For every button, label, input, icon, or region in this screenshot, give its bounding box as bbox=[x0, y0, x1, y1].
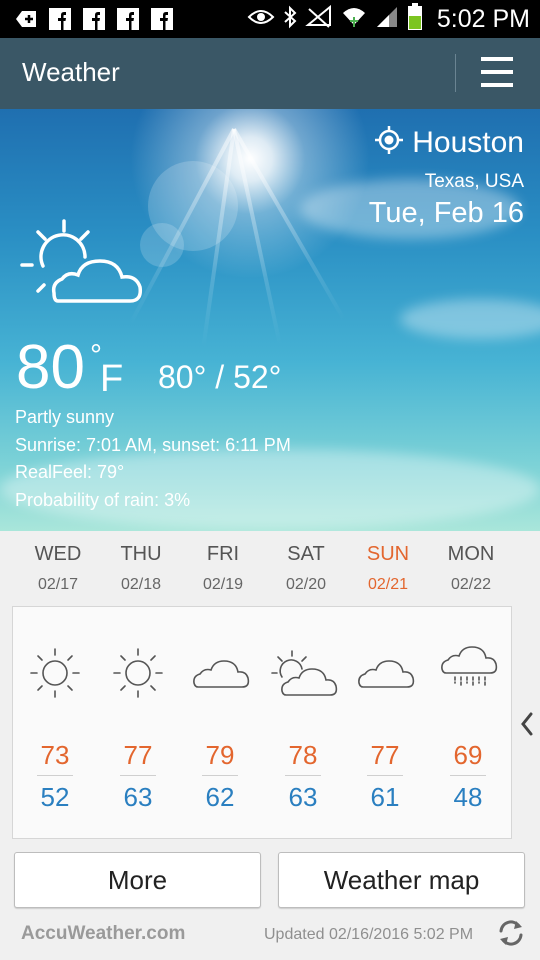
updated-timestamp: Updated 02/16/2016 5:02 PM bbox=[264, 926, 474, 943]
current-date: Tue, Feb 16 bbox=[368, 197, 524, 229]
clock: 5:02 PM bbox=[436, 4, 530, 33]
high-temp: 78 bbox=[288, 740, 318, 770]
low-temp: 63 bbox=[288, 782, 318, 812]
day-date: 02/22 bbox=[450, 576, 492, 593]
location-selector[interactable]: Houston bbox=[374, 125, 524, 160]
more-button[interactable]: More bbox=[14, 852, 261, 908]
city-name: Houston bbox=[412, 125, 524, 159]
app-bar-divider bbox=[455, 54, 456, 92]
system-icons: 5:02 PM bbox=[247, 2, 530, 36]
forecast-day[interactable]: 79 62 bbox=[179, 607, 261, 840]
menu-button[interactable] bbox=[476, 55, 518, 91]
day-header[interactable]: WED 02/17 bbox=[17, 543, 99, 594]
high-low-temperature: 80° / 52° bbox=[158, 359, 282, 395]
temperature-unit: F bbox=[100, 358, 124, 400]
forecast-day[interactable]: 73 52 bbox=[14, 607, 96, 840]
hamburger-menu-icon bbox=[481, 57, 513, 61]
signal-icon bbox=[375, 5, 399, 34]
low-temp: 63 bbox=[123, 782, 153, 812]
partly-sunny-icon bbox=[18, 217, 144, 314]
temp-divider bbox=[120, 775, 156, 776]
day-header[interactable]: SUN 02/21 bbox=[347, 543, 429, 594]
current-weather-panel: Houston Texas, USA Tue, Feb 16 80 ° F 80… bbox=[0, 109, 540, 531]
wifi-icon bbox=[341, 5, 367, 34]
rain-icon bbox=[427, 641, 509, 705]
temp-divider bbox=[285, 775, 321, 776]
cloudy-icon bbox=[179, 643, 261, 707]
day-date: 02/20 bbox=[285, 576, 327, 593]
day-header[interactable]: FRI 02/19 bbox=[182, 543, 264, 594]
low-temp: 48 bbox=[453, 782, 483, 812]
high-temp: 79 bbox=[205, 740, 235, 770]
high-temp: 77 bbox=[123, 740, 153, 770]
day-name: FRI bbox=[206, 543, 240, 565]
accuweather-logo[interactable]: AccuWeather.com bbox=[21, 923, 185, 945]
sunny-icon bbox=[14, 643, 96, 707]
notification-icons bbox=[14, 7, 174, 31]
day-header[interactable]: MON 02/22 bbox=[430, 543, 512, 594]
chevron-left-icon[interactable] bbox=[516, 708, 538, 740]
forecast-day-headers: WED 02/17 THU 02/18 FRI 02/19 SAT 02/20 … bbox=[14, 543, 526, 599]
low-temp: 61 bbox=[370, 782, 400, 812]
sunny-icon bbox=[97, 643, 179, 707]
temp-divider bbox=[37, 775, 73, 776]
realfeel-text: RealFeel: 79° bbox=[15, 462, 125, 482]
temp-divider bbox=[450, 775, 486, 776]
partly-sunny-icon bbox=[262, 643, 344, 707]
facebook-icon bbox=[116, 7, 140, 31]
temp-divider bbox=[367, 775, 403, 776]
gps-location-icon bbox=[374, 125, 404, 160]
no-sound-icon bbox=[305, 4, 333, 34]
day-date: 02/21 bbox=[367, 576, 409, 593]
day-name: SAT bbox=[287, 543, 325, 565]
add-box-icon bbox=[14, 7, 38, 31]
bluetooth-icon bbox=[283, 5, 297, 34]
facebook-icon bbox=[82, 7, 106, 31]
weather-map-button[interactable]: Weather map bbox=[278, 852, 525, 908]
refresh-icon[interactable] bbox=[496, 918, 526, 948]
app-bar: Weather bbox=[0, 38, 540, 109]
forecast-day[interactable]: 78 63 bbox=[262, 607, 344, 840]
day-header[interactable]: SAT 02/20 bbox=[265, 543, 347, 594]
high-temp: 73 bbox=[40, 740, 70, 770]
forecast-day[interactable]: 77 61 bbox=[344, 607, 426, 840]
battery-icon bbox=[407, 2, 423, 36]
day-name: THU bbox=[120, 543, 162, 565]
region-name: Texas, USA bbox=[424, 171, 524, 192]
status-bar: 5:02 PM bbox=[0, 0, 540, 38]
current-temperature: 80 bbox=[16, 333, 85, 402]
forecast-card: 73 52 77 63 79 62 78 63 77 61 69 48 bbox=[12, 606, 512, 839]
day-date: 02/18 bbox=[120, 576, 162, 593]
day-date: 02/19 bbox=[202, 576, 244, 593]
high-temp: 69 bbox=[453, 740, 483, 770]
facebook-icon bbox=[150, 7, 174, 31]
day-name: WED bbox=[34, 543, 82, 565]
day-name: SUN bbox=[366, 543, 410, 565]
eye-icon bbox=[247, 7, 275, 32]
day-name: MON bbox=[447, 543, 495, 565]
forecast-day[interactable]: 69 48 bbox=[427, 607, 509, 840]
temp-divider bbox=[202, 775, 238, 776]
condition-text: Partly sunny bbox=[15, 407, 115, 427]
cloudy-icon bbox=[344, 643, 426, 707]
day-header[interactable]: THU 02/18 bbox=[100, 543, 182, 594]
app-title: Weather bbox=[22, 57, 120, 87]
rain-probability: Probability of rain: 3% bbox=[15, 490, 191, 510]
low-temp: 52 bbox=[40, 782, 70, 812]
facebook-icon bbox=[48, 7, 72, 31]
high-temp: 77 bbox=[370, 740, 400, 770]
sun-times: Sunrise: 7:01 AM, sunset: 6:11 PM bbox=[15, 435, 291, 455]
low-temp: 62 bbox=[205, 782, 235, 812]
forecast-day[interactable]: 77 63 bbox=[97, 607, 179, 840]
day-date: 02/17 bbox=[37, 576, 79, 593]
